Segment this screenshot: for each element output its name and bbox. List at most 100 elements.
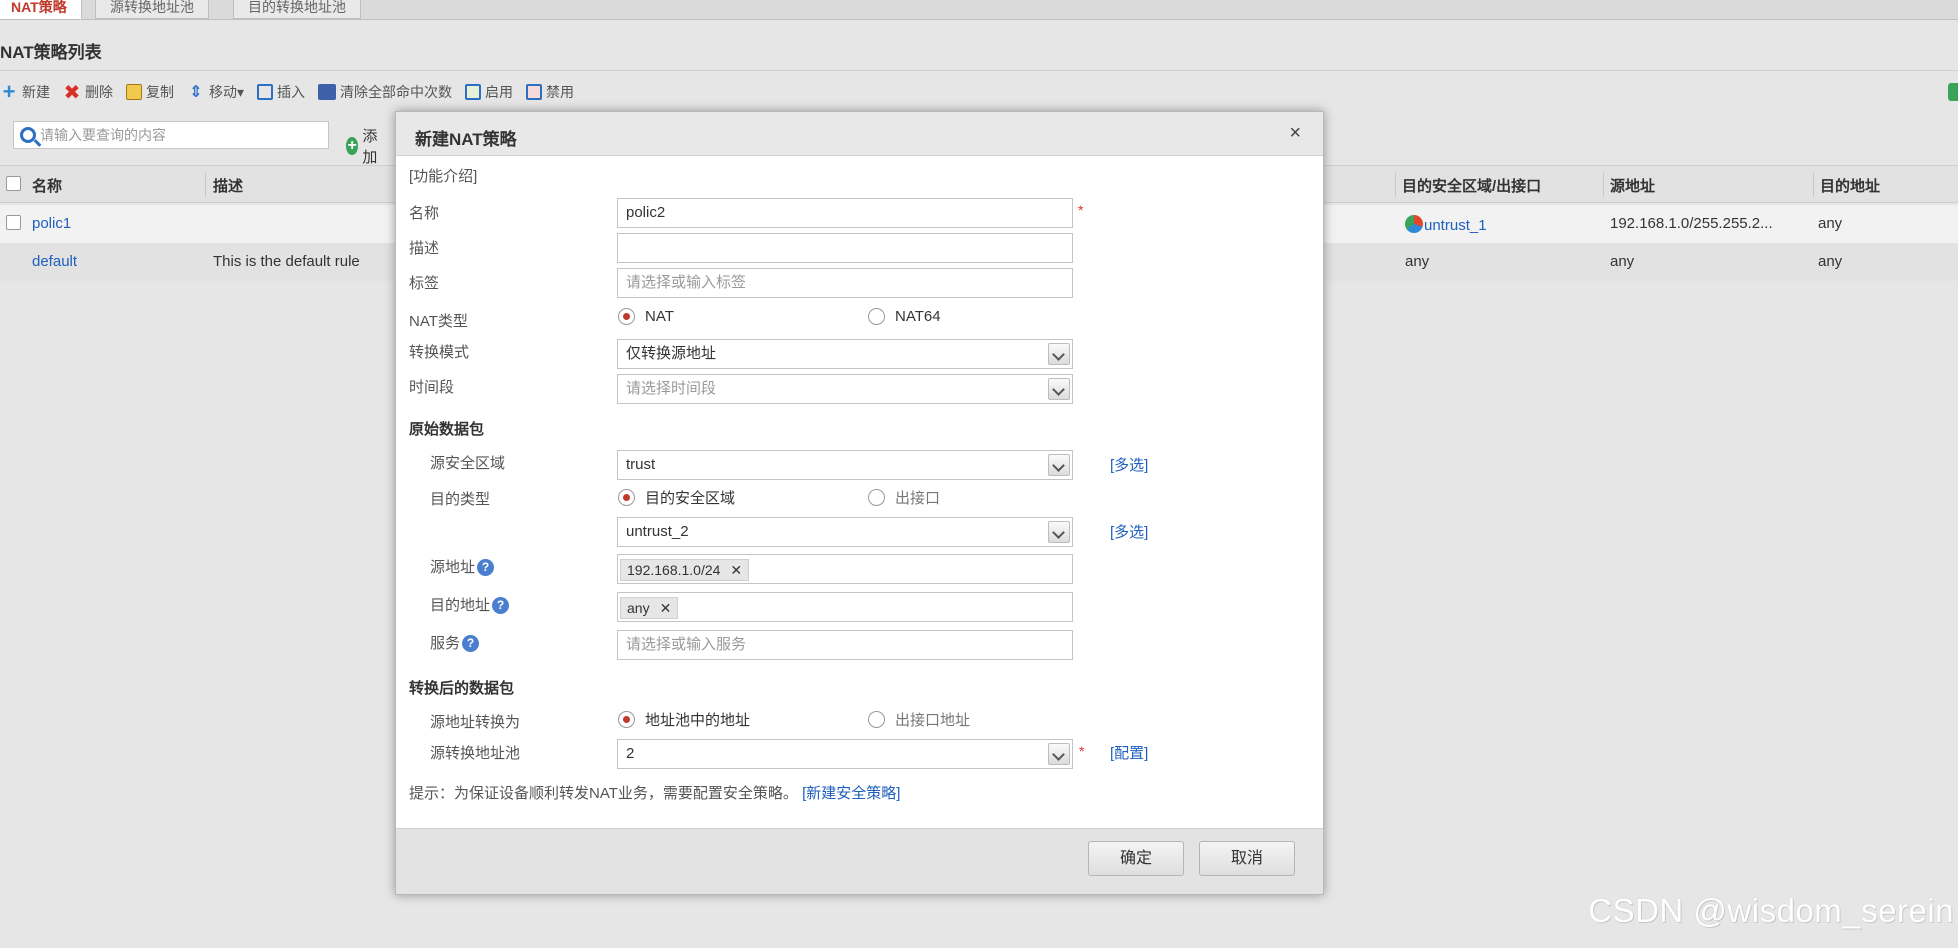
chevron-down-icon[interactable] [1048, 378, 1070, 400]
column-dst-addr[interactable]: 目的地址 [1820, 175, 1880, 196]
remove-tag-icon[interactable]: ✕ [730, 560, 742, 580]
dst-zone-link[interactable]: untrust_1 [1424, 217, 1487, 234]
dst-zone-cell: any [1405, 253, 1430, 270]
move-label: 移动▾ [209, 84, 245, 100]
translate-iface-radio[interactable]: 出接口地址 [868, 709, 970, 730]
help-icon[interactable]: ? [492, 597, 510, 614]
dst-addr-tag-text: any [627, 600, 650, 616]
move-button[interactable]: ⇕ 移动▾ [187, 82, 244, 102]
enable-button[interactable]: 启用 [465, 82, 513, 102]
mode-select[interactable]: 仅转换源地址 [617, 339, 1073, 369]
dst-zone-cell[interactable]: untrust_1 [1405, 215, 1487, 234]
delete-label: 删除 [85, 84, 113, 100]
search-input[interactable] [40, 127, 320, 143]
policy-name-link[interactable]: default [32, 253, 77, 270]
dst-addr-input[interactable]: any ✕ [617, 592, 1073, 622]
disable-label: 禁用 [546, 84, 575, 100]
chevron-down-icon[interactable] [1048, 743, 1070, 765]
delete-icon: ✖ [63, 81, 81, 104]
plus-icon: + [2, 79, 16, 104]
tab-bar: NAT策略 源转换地址池 目的转换地址池 [0, 0, 1958, 20]
required-mark: * [1078, 202, 1084, 218]
remove-tag-icon[interactable]: ✕ [660, 598, 672, 618]
dst-addr-label-wrap: 目的地址? [430, 594, 510, 615]
new-label: 新建 [22, 84, 50, 100]
dialog-footer: 确定 取消 [396, 828, 1323, 894]
pool-config-link[interactable]: [配置] [1110, 742, 1148, 763]
column-desc[interactable]: 描述 [213, 175, 243, 196]
new-nat-policy-dialog: 新建NAT策略 × [功能介绍] 名称 polic2 * 描述 标签 请选择或输… [395, 111, 1324, 895]
chevron-down-icon[interactable] [1048, 454, 1070, 476]
policy-name-link[interactable]: polic1 [32, 215, 71, 232]
column-separator [205, 173, 206, 197]
radio-selected [618, 711, 635, 728]
intro-link[interactable]: [功能介绍] [409, 165, 477, 186]
new-button[interactable]: + 新建 [0, 79, 50, 104]
insert-button[interactable]: 插入 [257, 82, 305, 102]
dst-addr-cell: any [1818, 253, 1843, 270]
src-zone-select[interactable]: trust [617, 450, 1073, 480]
tab-source-pool[interactable]: 源转换地址池 [95, 0, 209, 19]
search-icon [20, 127, 36, 143]
translate-pool-radio[interactable]: 地址池中的地址 [618, 709, 750, 730]
dst-addr-label: 目的地址 [430, 597, 491, 614]
disable-icon [526, 84, 543, 100]
dst-type-iface-radio[interactable]: 出接口 [868, 487, 940, 508]
src-zone-multiselect-link[interactable]: [多选] [1110, 454, 1148, 475]
insert-label: 插入 [277, 84, 306, 100]
nat-type-nat-radio[interactable]: NAT [618, 308, 674, 325]
new-security-policy-link[interactable]: [新建安全策略] [802, 785, 900, 802]
add-icon: + [346, 137, 359, 155]
radio-unselected [868, 489, 885, 506]
tab-nat-policy[interactable]: NAT策略 [0, 0, 82, 19]
refresh-icon[interactable] [1948, 83, 1958, 101]
ok-button[interactable]: 确定 [1088, 841, 1184, 876]
delete-button[interactable]: ✖ 删除 [63, 81, 113, 104]
mode-label: 转换模式 [409, 344, 470, 361]
zone-icon [1405, 215, 1423, 233]
search-box [13, 121, 329, 149]
src-addr-input[interactable]: 192.168.1.0/24 ✕ [617, 554, 1073, 584]
select-all-checkbox[interactable] [6, 176, 21, 191]
src-addr-tag: 192.168.1.0/24 ✕ [620, 559, 750, 581]
column-separator [1603, 173, 1604, 197]
move-icon: ⇕ [189, 84, 203, 101]
dst-zone-multiselect-link[interactable]: [多选] [1110, 521, 1148, 542]
dst-addr-tag: any ✕ [620, 597, 679, 619]
name-input[interactable]: polic2 [617, 198, 1073, 228]
add-condition-button[interactable]: + 添加 [346, 125, 383, 167]
chevron-down-icon[interactable] [1048, 343, 1070, 365]
name-label: 名称 [409, 205, 440, 222]
schedule-select[interactable]: 请选择时间段 [617, 374, 1073, 404]
cancel-button[interactable]: 取消 [1199, 841, 1295, 876]
clear-hits-button[interactable]: 清除全部命中次数 [318, 82, 452, 102]
desc-input[interactable] [617, 233, 1073, 263]
hint-text-wrap: 提示：为保证设备顺利转发NAT业务，需要配置安全策略。 [新建安全策略] [409, 782, 900, 803]
column-src-addr[interactable]: 源地址 [1610, 175, 1655, 196]
row-checkbox[interactable] [6, 215, 21, 230]
dst-type-iface-label: 出接口 [895, 490, 941, 507]
chevron-down-icon[interactable] [1048, 521, 1070, 543]
help-icon[interactable]: ? [462, 635, 480, 652]
radio-unselected [868, 711, 885, 728]
service-input[interactable]: 请选择或输入服务 [617, 630, 1073, 660]
copy-button[interactable]: 复制 [126, 82, 174, 102]
tab-destination-pool[interactable]: 目的转换地址池 [233, 0, 361, 19]
help-icon[interactable]: ? [477, 559, 495, 576]
pool-value: 2 [626, 745, 635, 762]
close-icon[interactable]: × [1289, 122, 1301, 145]
src-addr-label-wrap: 源地址? [430, 556, 495, 577]
service-label: 服务 [430, 635, 461, 652]
dst-addr-cell: any [1818, 215, 1843, 232]
pool-select[interactable]: 2 [617, 739, 1073, 769]
column-name[interactable]: 名称 [32, 175, 62, 196]
tag-input[interactable]: 请选择或输入标签 [617, 268, 1073, 298]
column-dst-zone[interactable]: 目的安全区域/出接口 [1402, 175, 1541, 196]
divider [0, 70, 1958, 71]
nat-type-nat64-radio[interactable]: NAT64 [868, 308, 941, 325]
nat-type-label: NAT类型 [409, 313, 468, 330]
dst-zone-select[interactable]: untrust_2 [617, 517, 1073, 547]
radio-selected [618, 308, 635, 325]
disable-button[interactable]: 禁用 [526, 82, 574, 102]
dst-type-zone-radio[interactable]: 目的安全区域 [618, 487, 735, 508]
